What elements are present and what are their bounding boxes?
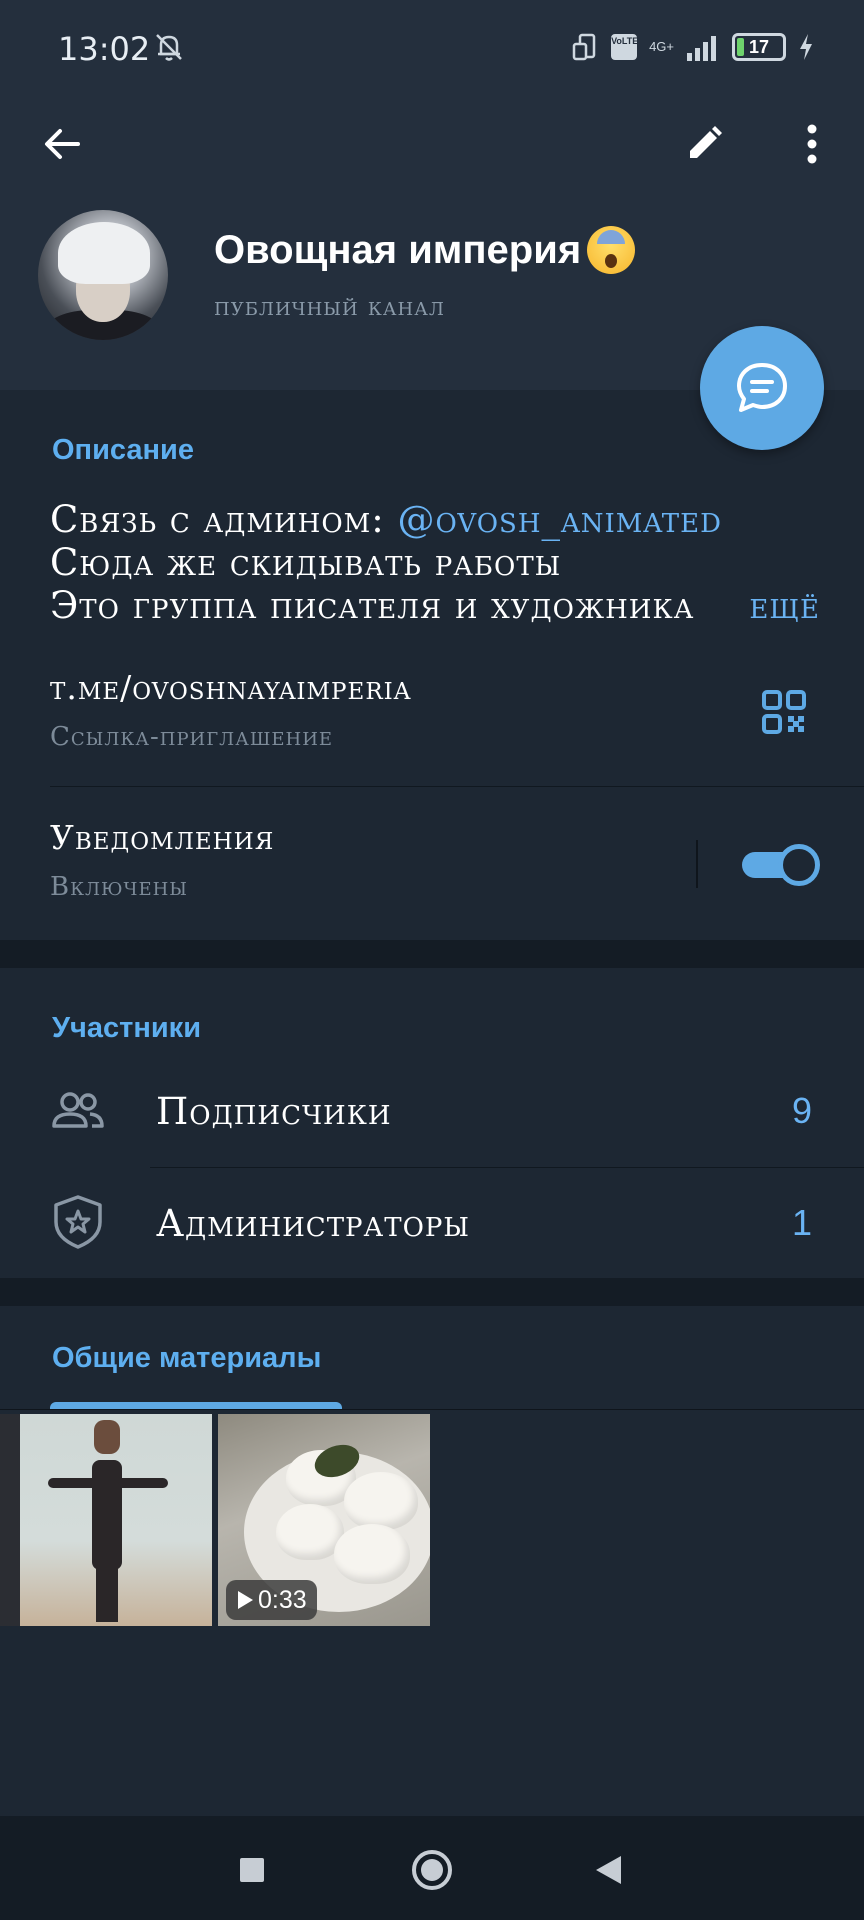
channel-avatar[interactable]: [38, 210, 168, 340]
back-button[interactable]: [30, 112, 94, 176]
signal-icon: [687, 36, 716, 61]
administrators-label: Администраторы: [156, 1202, 470, 1245]
back-nav-button[interactable]: [584, 1846, 632, 1894]
divider: [50, 786, 864, 787]
subscribers-count: 9: [791, 1090, 812, 1131]
more-vertical-icon: [807, 124, 817, 164]
video-duration-badge: 0:33: [226, 1580, 317, 1620]
clock: 13:02: [58, 30, 151, 68]
charging-icon: [800, 34, 812, 60]
more-options-button[interactable]: [780, 112, 844, 176]
section-gap: [0, 940, 864, 968]
open-chat-button[interactable]: [700, 326, 824, 450]
arrow-left-icon: [45, 129, 80, 159]
play-icon: [238, 1591, 253, 1609]
notifications-muted-icon: [156, 34, 182, 61]
qr-code-icon[interactable]: [762, 690, 806, 734]
vertical-separator: [696, 840, 698, 888]
section-gap: [0, 1278, 864, 1306]
tab-divider: [0, 1409, 864, 1410]
channel-name-text: Овощная империя: [214, 227, 582, 272]
notifications-toggle[interactable]: [742, 842, 820, 886]
people-icon: [52, 1092, 104, 1128]
edit-button[interactable]: [672, 112, 736, 176]
pencil-icon: [690, 126, 722, 158]
home-button[interactable]: [408, 1846, 456, 1894]
administrators-count: 1: [791, 1202, 812, 1243]
administrators-row[interactable]: Администраторы 1: [0, 1168, 864, 1276]
notifications-label: Уведомления: [50, 818, 275, 857]
media-thumbnail-photo[interactable]: [0, 1414, 212, 1626]
subscribers-label: Подписчики: [156, 1090, 392, 1133]
channel-description: Связь с админом: @ovosh_animated Сюда же…: [50, 498, 820, 627]
volte-icon: VoLTE: [611, 34, 638, 60]
notifications-row[interactable]: Уведомления Включены: [0, 788, 864, 938]
invite-link-row[interactable]: t.me/ovoshnayaimperia Ссылка-приглашение: [0, 648, 864, 786]
fearful-face-emoji-icon: [587, 226, 636, 274]
triangle-back-icon: [596, 1856, 621, 1884]
circle-icon: [412, 1850, 452, 1890]
square-icon: [240, 1858, 264, 1882]
channel-title: Овощная империя: [214, 226, 636, 274]
chat-bubble-icon: [737, 363, 787, 412]
description-line-3: Это группа писателя и художника ещё: [50, 584, 820, 627]
invite-link-label: Ссылка-приглашение: [50, 722, 334, 752]
admin-mention-link[interactable]: @ovosh_animated: [398, 498, 722, 541]
subscribers-row[interactable]: Подписчики 9: [0, 1060, 864, 1166]
shield-star-icon: [54, 1195, 102, 1249]
members-section-title: Участники: [52, 1012, 202, 1044]
description-line-1: Связь с админом: @ovosh_animated: [50, 498, 722, 541]
channel-type: публичный канал: [214, 292, 445, 322]
show-more-link[interactable]: ещё: [709, 584, 820, 627]
screen-rotate-icon: [572, 33, 596, 61]
description-section-title: Описание: [52, 434, 194, 466]
battery-indicator: 17: [732, 33, 786, 61]
network-type: 4G+: [649, 39, 674, 54]
media-thumbnail-video[interactable]: 0:33: [218, 1414, 430, 1626]
recents-button[interactable]: [228, 1846, 276, 1894]
notifications-state: Включены: [50, 872, 188, 902]
description-line-2: Сюда же скидывать работы: [50, 541, 562, 584]
status-bar: 13:02 VoLTE 4G+ 17: [0, 0, 864, 96]
system-navigation-bar: [0, 1816, 864, 1920]
invite-link-value: t.me/ovoshnayaimperia: [50, 668, 412, 707]
shared-media-tab[interactable]: Общие материалы: [52, 1342, 321, 1375]
